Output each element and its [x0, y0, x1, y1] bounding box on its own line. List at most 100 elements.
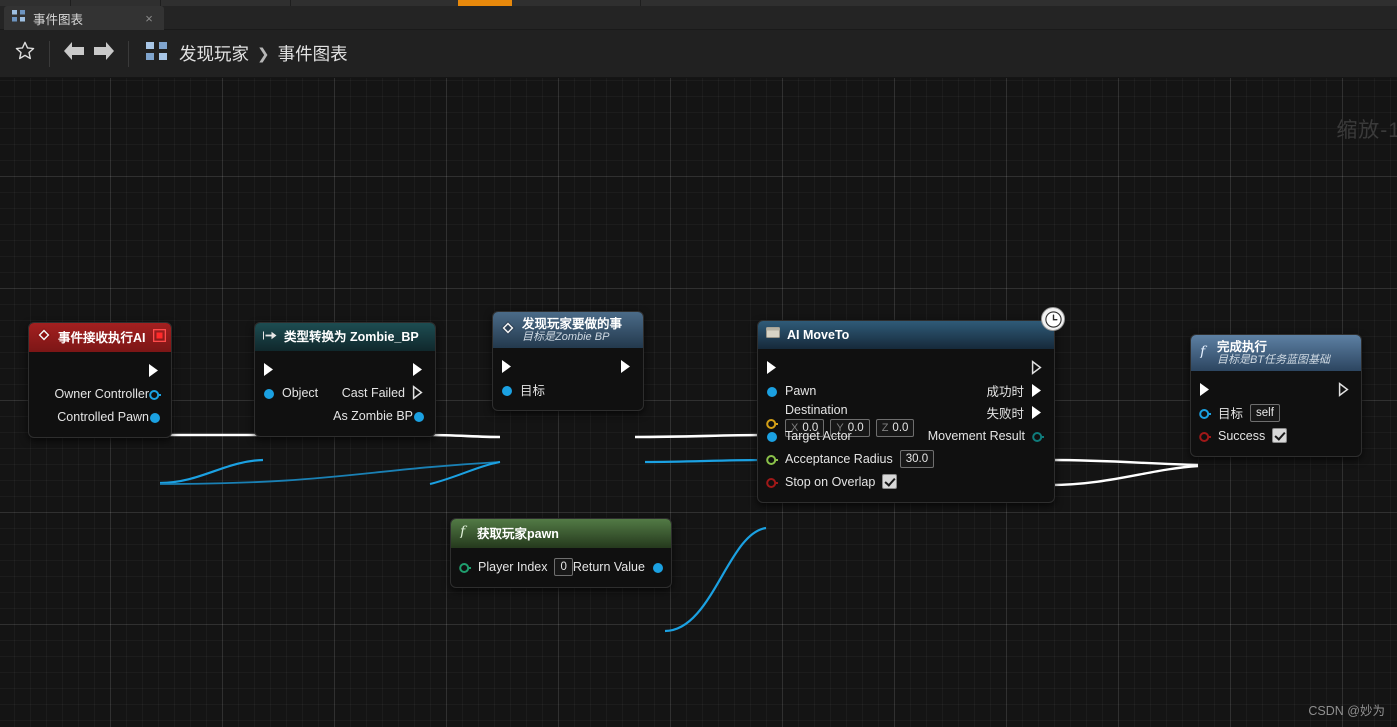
pin-label: Destination — [785, 403, 848, 417]
pin-label: Return Value — [572, 559, 645, 574]
int-pin[interactable] — [459, 561, 471, 573]
favorite-button[interactable] — [10, 39, 40, 69]
pin-row-target[interactable]: 目标 self — [1191, 401, 1361, 424]
tab-event-graph[interactable]: 事件图表 × — [4, 6, 164, 30]
object-pin[interactable] — [149, 411, 161, 423]
node-ai-move-to[interactable]: AI MoveTo Pawn 成功时 Destination X 0.0 Y 0… — [757, 307, 1065, 503]
pin-row-exec[interactable] — [255, 358, 435, 381]
breadcrumb-item-blueprint[interactable]: 发现玩家 — [179, 41, 249, 66]
enum-pin[interactable] — [1032, 430, 1044, 442]
node-cast-to-zombie-bp[interactable]: 类型转换为 Zombie_BP Object Cast Failed As Zo… — [254, 322, 436, 437]
pin-row-playerindex-returnvalue[interactable]: Player Index 0 Return Value — [451, 555, 671, 578]
node-found-player-action[interactable]: 发现玩家要做的事 目标是Zombie BP 目标 — [492, 311, 644, 412]
exec-wire — [1049, 458, 1199, 467]
forward-button[interactable] — [89, 39, 119, 69]
pin-row-owner-controller[interactable]: Owner Controller — [29, 382, 171, 405]
breadcrumb: 发现玩家 ❯ 事件图表 — [146, 41, 348, 66]
pin-row-target[interactable]: 目标 — [493, 378, 643, 401]
star-icon — [14, 40, 36, 67]
close-icon[interactable]: × — [142, 12, 156, 25]
pin-row-exec[interactable] — [1191, 378, 1361, 401]
object-pin[interactable] — [263, 387, 275, 399]
node-get-player-pawn[interactable]: ƒ 获取玩家pawn Player Index 0 Return Value — [450, 518, 672, 588]
back-button[interactable] — [59, 39, 89, 69]
pin-row-acceptance-radius[interactable]: Acceptance Radius 30.0 — [758, 447, 1054, 470]
object-pin[interactable] — [766, 385, 778, 397]
node-header: 事件接收执行AI — [29, 323, 171, 352]
pin-row-stop-on-overlap[interactable]: Stop on Overlap — [758, 470, 1054, 493]
exec-wire — [1049, 464, 1199, 487]
object-pin[interactable] — [501, 384, 513, 396]
object-pin[interactable] — [652, 561, 664, 573]
svg-text:ƒ: ƒ — [459, 524, 468, 538]
exec-output-pin[interactable] — [1031, 383, 1044, 398]
node-event-receive-execute-ai[interactable]: 事件接收执行AI Owner Controller Controlled Paw… — [28, 322, 172, 438]
exec-output-pin[interactable] — [1031, 360, 1044, 375]
pin-label: Pawn — [785, 383, 817, 398]
exec-output-pin[interactable] — [620, 359, 633, 374]
node-title: 发现玩家要做的事 — [522, 317, 623, 331]
node-pins: 目标 — [493, 348, 643, 410]
pin-label: 目标 — [1218, 407, 1244, 422]
object-pin[interactable] — [149, 388, 161, 400]
pin-row-success[interactable]: Success — [1191, 424, 1361, 447]
exec-output-pin[interactable] — [1031, 405, 1044, 420]
node-pins: Pawn 成功时 Destination X 0.0 Y 0.0 Z 0.0 失… — [758, 349, 1054, 502]
blueprint-graph-canvas[interactable]: 事件接收执行AI Owner Controller Controlled Paw… — [0, 78, 1397, 727]
function-f-icon: ƒ — [1197, 344, 1210, 363]
bool-pin[interactable] — [1199, 430, 1211, 442]
stop-on-overlap-checkbox[interactable] — [882, 474, 898, 489]
node-title: AI MoveTo — [787, 328, 850, 342]
exec-output-pin[interactable] — [412, 362, 425, 377]
exec-input-pin[interactable] — [766, 360, 779, 375]
node-pins: 目标 self Success — [1191, 371, 1361, 456]
arrow-left-icon — [62, 40, 86, 67]
pin-label: Stop on Overlap — [785, 474, 876, 489]
object-pin[interactable] — [766, 430, 778, 442]
arrow-right-icon — [92, 40, 116, 67]
exec-wire — [429, 433, 501, 439]
node-header: ƒ 获取玩家pawn — [451, 519, 671, 548]
node-finish-execute[interactable]: ƒ 完成执行 目标是BT任务蓝图基础 目标 self Success — [1190, 334, 1362, 458]
pin-row-pawn-success[interactable]: Pawn 成功时 — [758, 379, 1054, 402]
object-pin[interactable] — [1199, 407, 1211, 419]
node-header: 类型转换为 Zombie_BP — [255, 323, 435, 351]
pin-row-controlled-pawn[interactable]: Controlled Pawn — [29, 405, 171, 428]
exec-output-pin[interactable] — [1338, 382, 1351, 398]
pin-row-as-zombie-bp[interactable]: As Zombie BP — [255, 404, 435, 427]
pin-label: As Zombie BP — [333, 408, 413, 423]
node-header: AI MoveTo — [758, 321, 1054, 349]
float-pin[interactable] — [766, 453, 778, 465]
pin-row-exec[interactable] — [758, 356, 1054, 379]
pin-label: Controlled Pawn — [57, 409, 149, 424]
target-self-field[interactable]: self — [1250, 403, 1280, 422]
event-diamond-icon — [37, 328, 51, 347]
pin-row-targetactor-movementresult[interactable]: Target Actor Movement Result — [758, 424, 1054, 447]
pin-label: Target Actor — [785, 428, 852, 443]
exec-input-pin[interactable] — [501, 359, 514, 374]
acceptance-radius-field[interactable]: 30.0 — [899, 449, 935, 468]
exec-input-pin[interactable] — [1199, 382, 1212, 397]
node-title: 类型转换为 Zombie_BP — [284, 330, 419, 344]
player-index-value: 0 — [560, 560, 567, 573]
node-pins: Object Cast Failed As Zombie BP — [255, 351, 435, 436]
pin-row-exec-out[interactable] — [29, 359, 171, 382]
tab-bar: 事件图表 × — [0, 6, 1397, 30]
exec-output-pin[interactable] — [412, 385, 425, 400]
player-index-field[interactable]: 0 — [554, 557, 573, 576]
exec-output-pin[interactable] — [148, 363, 161, 378]
pin-row-object-castfailed[interactable]: Object Cast Failed — [255, 381, 435, 404]
bool-pin[interactable] — [766, 476, 778, 488]
pin-label: Player Index — [478, 559, 548, 574]
object-pin[interactable] — [413, 410, 425, 422]
pin-label: Owner Controller — [54, 386, 149, 401]
breadcrumb-item-graph[interactable]: 事件图表 — [278, 41, 348, 66]
delete-node-icon[interactable] — [152, 328, 166, 347]
task-icon — [766, 326, 780, 344]
data-wire — [664, 526, 767, 633]
exec-input-pin[interactable] — [263, 362, 276, 377]
breadcrumb-separator: ❯ — [257, 45, 270, 63]
pin-row-exec[interactable] — [493, 355, 643, 378]
success-checkbox[interactable] — [1272, 428, 1288, 444]
data-wire — [644, 458, 767, 464]
